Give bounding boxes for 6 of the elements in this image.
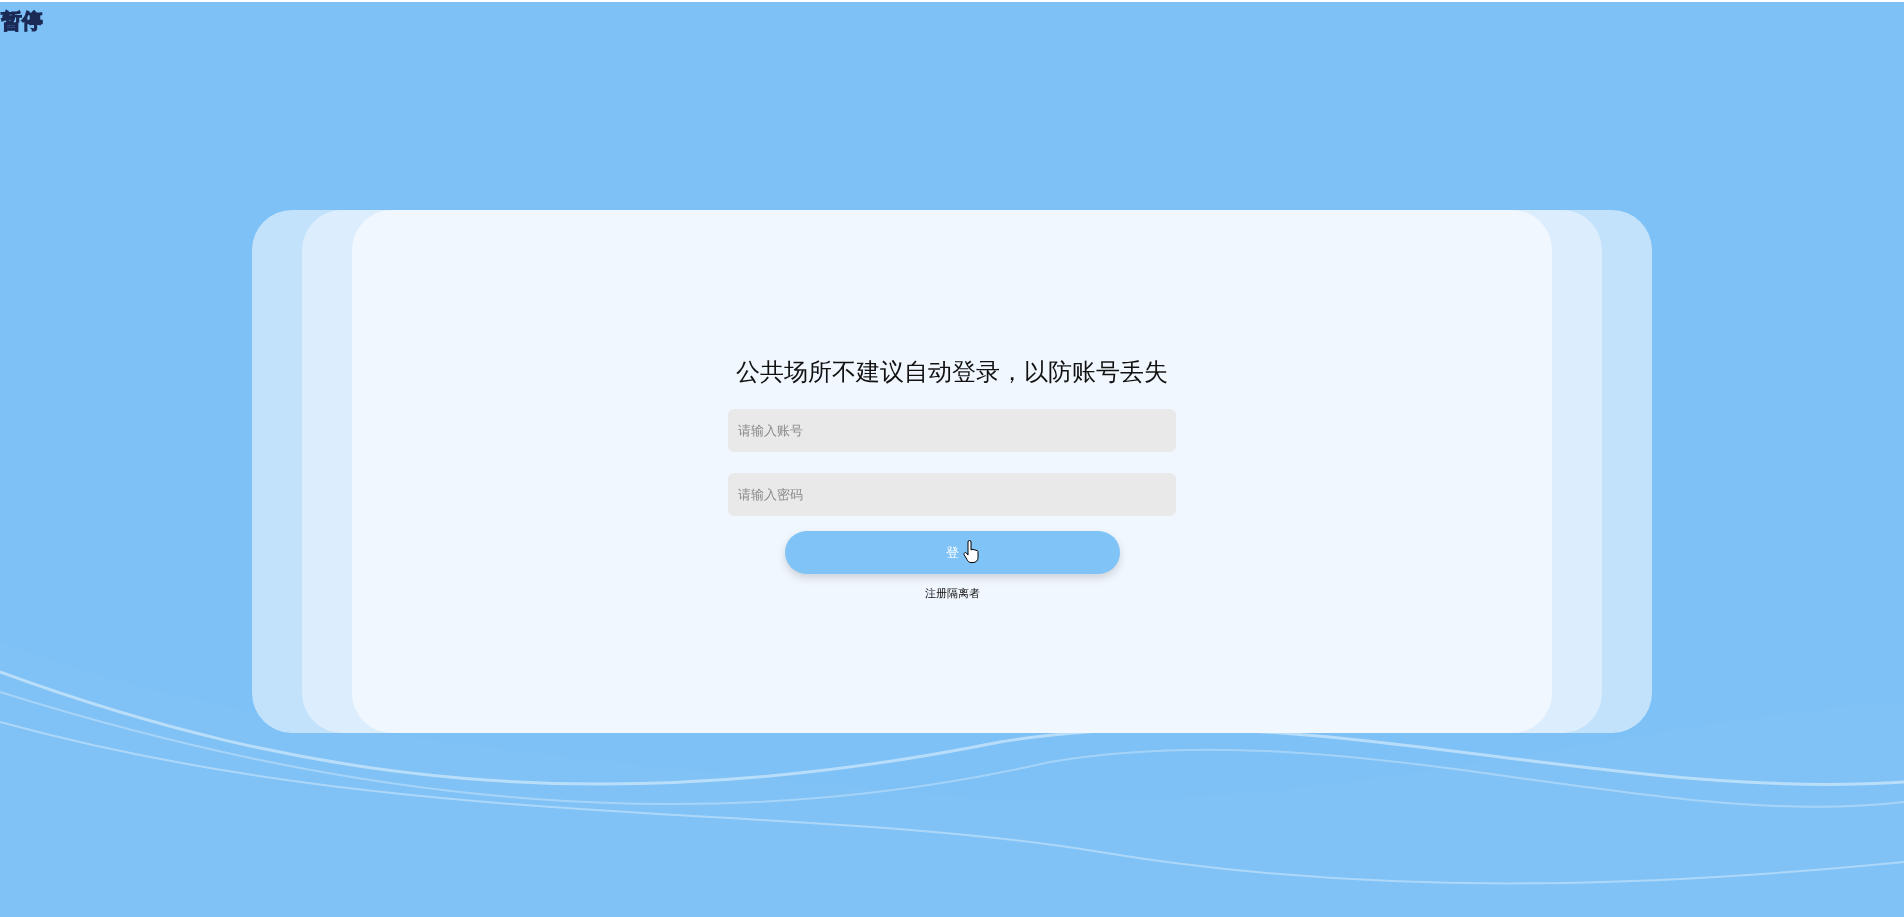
input-field[interactable]: 请输入账号: [728, 409, 1176, 452]
register-link[interactable]: 注册隔离者: [924, 586, 980, 601]
hand-pointer-icon: [961, 540, 980, 564]
login-title: 公共场所不建议自动登录，以防账号丢失: [736, 357, 1168, 387]
input-field[interactable]: 请输入密码: [728, 473, 1176, 516]
pause-label: 暂停: [0, 8, 44, 35]
